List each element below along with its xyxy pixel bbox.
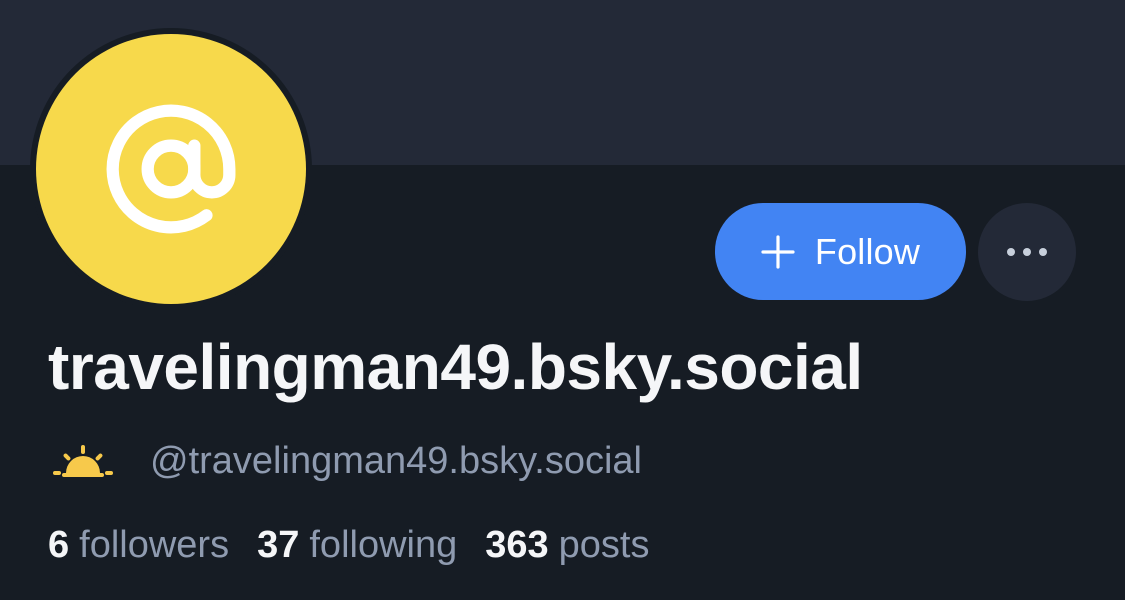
sunrise-icon — [53, 445, 113, 477]
profile-handle-row: @travelingman49.bsky.social — [52, 436, 642, 486]
followers-count: 6 — [48, 523, 70, 566]
following-stat[interactable]: 37 following — [257, 524, 457, 567]
profile-display-name: travelingman49.bsky.social — [48, 331, 863, 403]
more-options-button[interactable] — [978, 203, 1076, 301]
posts-count: 363 — [485, 523, 549, 566]
plus-icon — [761, 234, 795, 269]
following-label: following — [309, 523, 458, 566]
following-count: 37 — [257, 523, 300, 566]
posts-label: posts — [558, 523, 650, 566]
profile-handle: @travelingman49.bsky.social — [150, 439, 642, 482]
at-sign-icon — [106, 104, 236, 234]
posts-stat: 363 posts — [485, 524, 649, 567]
follow-button-label: Follow — [814, 230, 921, 272]
followers-label: followers — [79, 523, 230, 566]
avatar[interactable] — [30, 28, 312, 310]
followers-stat[interactable]: 6 followers — [48, 524, 229, 567]
ellipsis-icon — [1007, 248, 1047, 256]
avatar-image — [36, 34, 306, 304]
follow-button[interactable]: Follow — [715, 203, 966, 300]
profile-stats: 6 followers 37 following 363 posts — [48, 520, 677, 570]
